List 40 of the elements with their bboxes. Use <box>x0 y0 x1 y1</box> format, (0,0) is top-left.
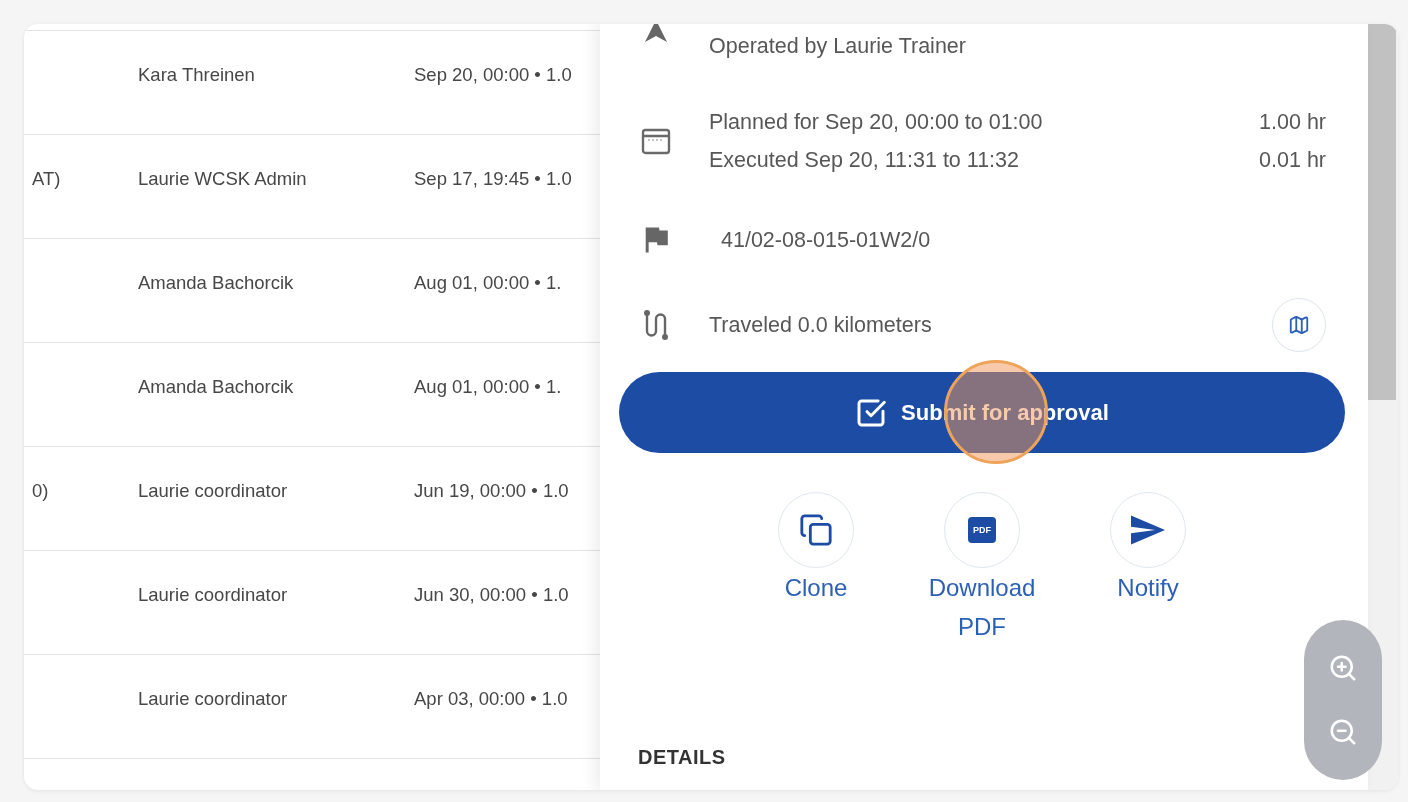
zoom-out-icon <box>1328 717 1358 747</box>
table-cell: Laurie coordinator <box>138 583 288 607</box>
map-button[interactable] <box>1272 298 1326 352</box>
table-cell: Laurie WCSK Admin <box>138 167 307 191</box>
pdf-badge: PDF <box>968 517 996 543</box>
table-cell: Amanda Bachorcik <box>138 271 294 295</box>
duration-text: 1.00 hr <box>1259 109 1326 136</box>
table-cell: Aug 01, 00:00 • 1. <box>414 271 562 295</box>
zoom-out-button[interactable] <box>1328 717 1358 747</box>
table-cell-text: AT) <box>31 168 61 189</box>
section-heading: DETAILS <box>637 745 726 769</box>
table-cell: Jun 19, 00:00 • 1.0 <box>414 479 569 503</box>
navigation-arrow-icon <box>645 24 667 42</box>
schedule-text: Planned for Sep 20, 00:00 to 01:00 <box>709 109 1044 136</box>
table-cell: Aug 01, 00:00 • 1. <box>414 375 562 399</box>
zoom-in-button[interactable] <box>1328 653 1358 683</box>
table-cell: Apr 03, 00:00 • 1.0 <box>414 687 568 711</box>
duration-text: 0.01 hr <box>1259 147 1326 174</box>
table-cell: Laurie coordinator <box>138 479 288 503</box>
location-text: 41/02-08-015-01W2/0 <box>720 227 931 254</box>
scrollbar-thumb[interactable] <box>1368 24 1396 400</box>
map-icon <box>1288 314 1310 336</box>
table-cell: Kara Threinen <box>138 63 255 87</box>
operator-text: Operated by Laurie Trainer <box>709 34 966 58</box>
route-icon <box>642 309 670 341</box>
table-cell-text: 0) <box>31 480 49 501</box>
zoom-in-icon <box>1328 653 1358 683</box>
calendar-icon <box>641 127 671 155</box>
table-cell: Jun 30, 00:00 • 1.0 <box>414 583 569 607</box>
notify-button[interactable]: Notify <box>1078 492 1218 646</box>
table-cell: Sep 17, 19:45 • 1.0 <box>414 167 572 191</box>
table-cell: Amanda Bachorcik <box>138 375 294 399</box>
scrollbar[interactable] <box>1368 24 1398 790</box>
distance-text: Traveled 0.0 kilometers <box>709 312 932 339</box>
clone-button[interactable]: Clone <box>746 492 886 646</box>
table-cell: Laurie coordinator <box>138 687 288 711</box>
download-pdf-button[interactable]: PDF Download PDF <box>912 492 1052 646</box>
flag-icon <box>643 226 669 254</box>
table-cell: Sep 20, 00:00 • 1.0 <box>414 63 572 87</box>
schedule-text: Executed Sep 20, 11:31 to 11:32 <box>709 147 1020 174</box>
